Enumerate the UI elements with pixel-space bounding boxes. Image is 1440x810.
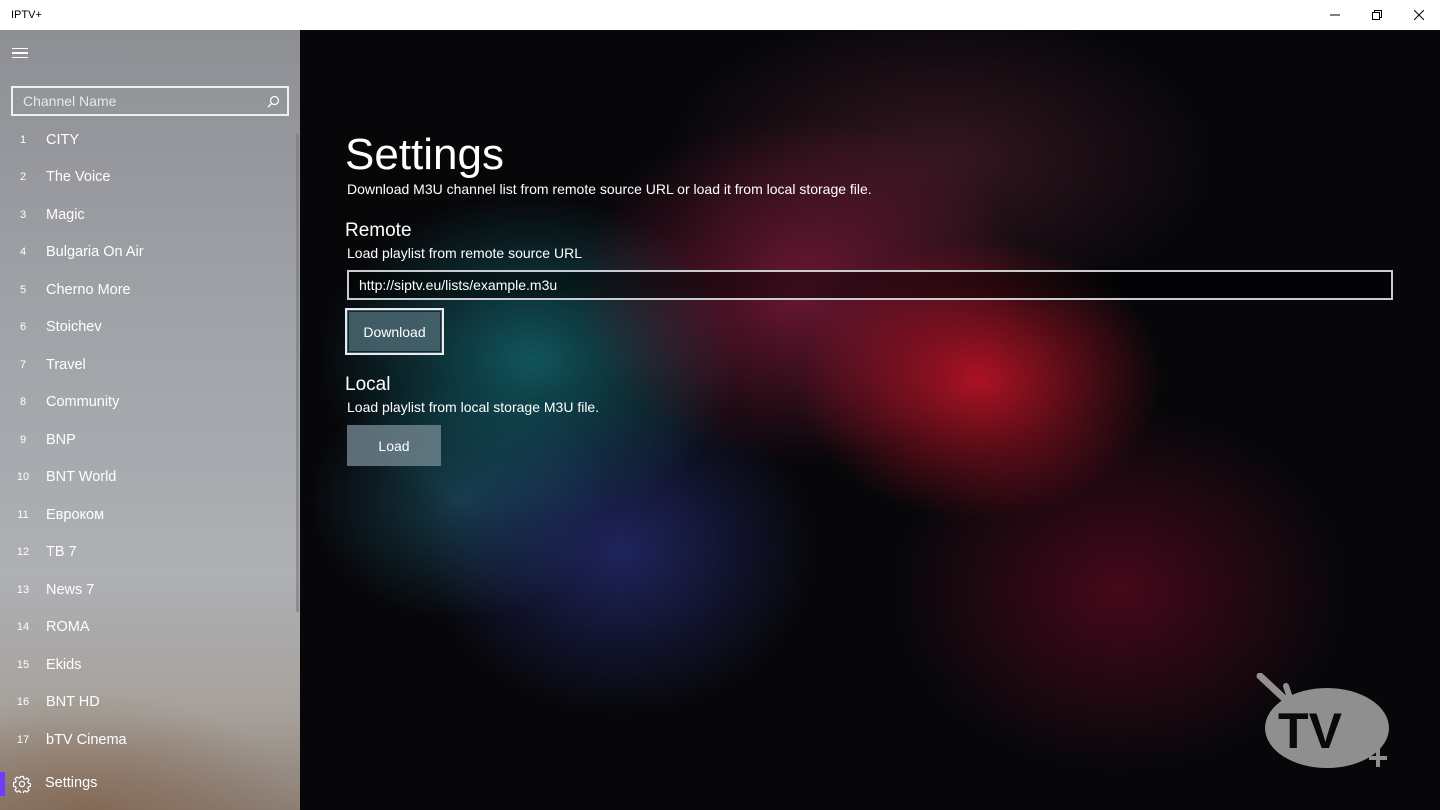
channel-name: BNT World [46,469,117,486]
channel-number: 4 [19,246,27,259]
channel-number: 3 [19,208,27,221]
channel-item[interactable]: 6 Stoichev [0,309,296,347]
channel-item[interactable]: 9 BNP [0,421,296,459]
channel-number: 14 [16,621,30,634]
minimize-button[interactable] [1314,0,1356,30]
remote-description: Load playlist from remote source URL [347,245,582,261]
channel-item[interactable]: 2 The Voice [0,159,296,197]
channel-name: CITY [46,131,80,148]
channel-number: 9 [19,433,27,446]
channel-item[interactable]: 16 BNT HD [0,684,296,722]
gear-icon [13,775,31,793]
close-icon [1414,10,1424,20]
channel-list-scrollbar[interactable] [296,134,299,612]
channel-item[interactable]: 10 BNT World [0,459,296,497]
channel-number: 7 [19,358,27,371]
window-controls [1314,0,1440,30]
search-icon[interactable] [259,88,287,114]
remote-url-input[interactable] [347,270,1393,300]
sidebar: 1 CITY 2 The Voice 3 Magic 4 Bulgaria On Air… [0,30,300,810]
app-title: IPTV+ [11,9,42,21]
selection-indicator [0,772,5,796]
search-input[interactable] [13,93,259,109]
channel-item[interactable]: 3 Magic [0,196,296,234]
channel-number: 13 [16,583,30,596]
channel-number: 5 [19,283,27,296]
hamburger-icon[interactable] [12,44,34,62]
close-button[interactable] [1398,0,1440,30]
sidebar-item-label: Settings [45,775,98,791]
logo-plus: + [1367,737,1388,773]
channel-number: 16 [16,696,30,709]
local-description: Load playlist from local storage M3U fil… [347,399,600,415]
channel-item[interactable]: 15 Ekids [0,646,296,684]
download-button[interactable]: Download [345,308,444,355]
sidebar-item-settings[interactable]: Settings [0,769,300,799]
channel-item[interactable]: 13 News 7 [0,571,296,609]
title-bar: IPTV+ [0,0,1440,30]
channel-search [11,86,289,116]
restore-button[interactable] [1356,0,1398,30]
channel-name: ROMA [46,619,90,636]
channel-name: Ekids [46,656,82,673]
channel-name: bTV Cinema [46,731,127,748]
minimize-icon [1330,14,1340,16]
channel-number: 6 [19,321,27,334]
channel-name: ТВ 7 [46,544,77,561]
channel-number: 17 [16,733,30,746]
channel-name: News 7 [46,581,95,598]
channel-name: Cherno More [46,281,131,298]
load-button[interactable]: Load [347,425,441,466]
channel-number: 15 [16,658,30,671]
tv-antenna-icon: TV + [1256,673,1389,773]
channel-number: 1 [19,133,27,146]
channel-item[interactable]: 14 ROMA [0,609,296,647]
channel-name: Travel [46,356,86,373]
channel-item[interactable]: 1 CITY [0,121,296,159]
channel-item[interactable]: 7 Travel [0,346,296,384]
channel-number: 8 [19,396,27,409]
channel-name: Bulgaria On Air [46,244,144,261]
restore-icon [1372,10,1382,20]
page-title: Settings [345,130,504,179]
channel-item[interactable]: 5 Cherno More [0,271,296,309]
settings-page: Settings Download M3U channel list from … [300,30,1440,810]
remote-heading: Remote [345,220,412,241]
channel-name: Community [46,394,120,411]
channel-item[interactable]: 11 Евроком [0,496,296,534]
channel-name: BNT HD [46,694,100,711]
channel-name: Magic [46,206,85,223]
channel-item[interactable]: 8 Community [0,384,296,422]
channel-item[interactable]: 4 Bulgaria On Air [0,234,296,272]
channel-item[interactable]: 17 bTV Cinema [0,721,296,759]
local-heading: Local [345,374,391,395]
channel-number: 10 [16,471,30,484]
channel-list: 1 CITY 2 The Voice 3 Magic 4 Bulgaria On Air… [0,121,296,759]
logo-text: TV [1278,703,1343,759]
channel-number: 11 [17,508,29,521]
channel-number: 2 [19,171,27,184]
channel-item[interactable]: 12 ТВ 7 [0,534,296,572]
channel-name: The Voice [46,169,111,186]
channel-name: BNP [46,431,76,448]
channel-number: 12 [16,546,30,559]
page-subtitle: Download M3U channel list from remote so… [347,181,872,197]
channel-name: Евроком [46,506,105,523]
channel-name: Stoichev [46,319,102,336]
